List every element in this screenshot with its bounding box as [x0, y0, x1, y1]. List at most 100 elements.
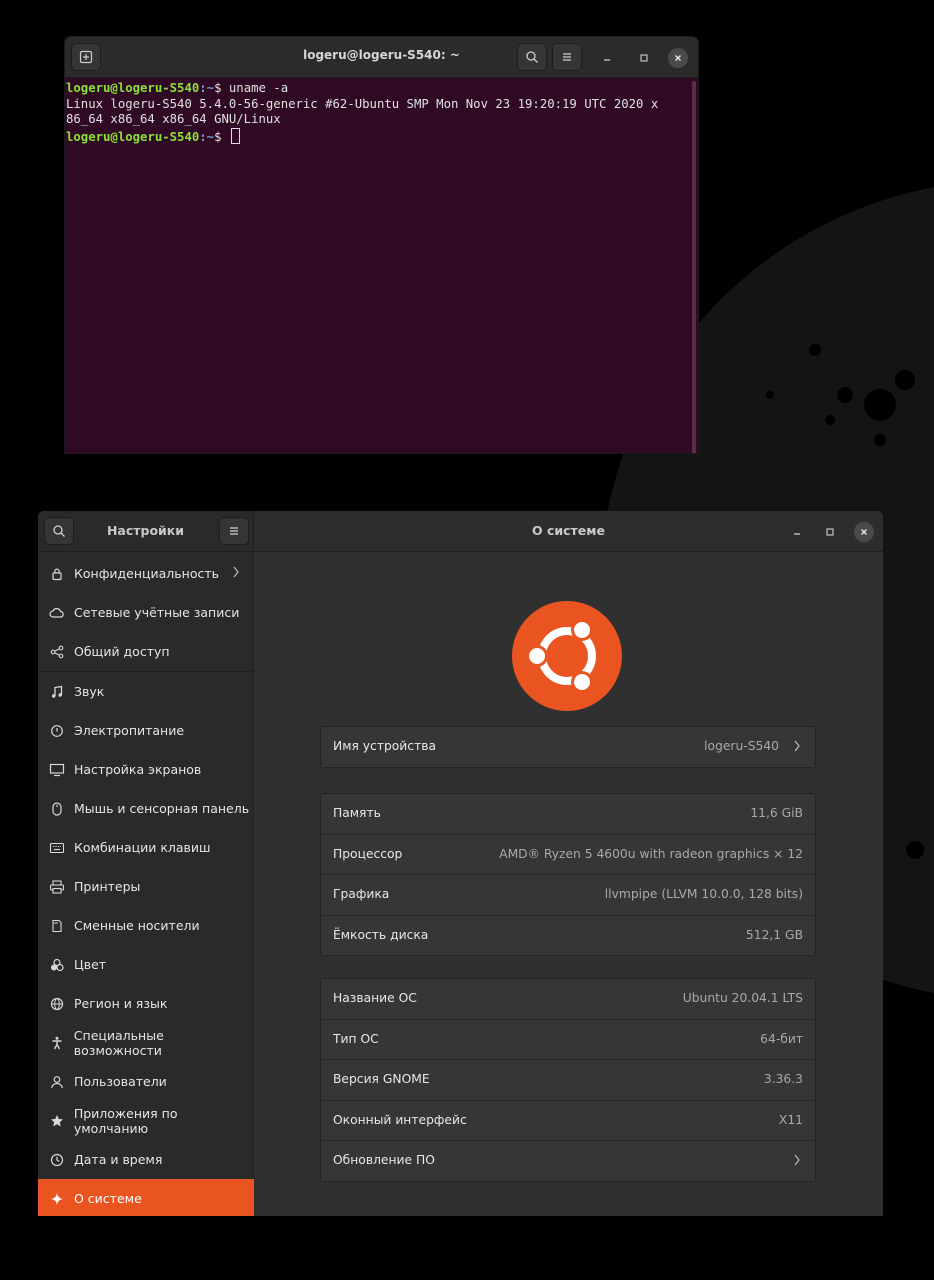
terminal-command: uname -a [228, 81, 289, 95]
sidebar-item-label: Цвет [74, 957, 107, 972]
users-icon [47, 1072, 67, 1092]
prompt-user: logeru@logeru-S540 [66, 81, 200, 95]
os-info-group: Название ОС Ubuntu 20.04.1 LTS Тип ОС 64… [320, 978, 816, 1182]
row-value: Ubuntu 20.04.1 LTS [682, 991, 803, 1005]
text-cursor [230, 127, 240, 144]
sidebar-item-label: Настройка экранов [74, 762, 202, 777]
sidebar-item-label: Сменные носители [74, 918, 200, 933]
sidebar-header: Настройки [38, 511, 253, 552]
terminal-output[interactable]: logeru@logeru-S540:~$ uname -a Linux log… [65, 78, 698, 145]
terminal-menu-button[interactable] [552, 43, 582, 71]
lock-icon [47, 564, 67, 584]
settings-minimize-button[interactable] [787, 522, 807, 542]
sidebar-item-sound[interactable]: Звук [38, 672, 254, 711]
sidebar-item-about[interactable]: О системе [38, 1179, 254, 1216]
sidebar-item-label: Специальные возможности [73, 1027, 164, 1058]
terminal-scrollbar[interactable] [692, 81, 696, 453]
settings-window[interactable]: Настройки Конфиденциальность Сетевые учё… [38, 511, 883, 1216]
row-label: Ёмкость диска [333, 927, 429, 942]
row-value: 11,6 GiB [750, 806, 803, 820]
row-label: Версия GNOME [333, 1072, 430, 1086]
globe-icon [47, 994, 67, 1014]
output-line: Linux logeru-S540 5.4.0-56-generic #62-U… [66, 96, 659, 111]
hamburger-menu-icon [563, 53, 571, 61]
main-header: О системе [254, 511, 883, 552]
terminal-window[interactable]: logeru@logeru-S540: ~ logeru@logeru-S540… [65, 37, 698, 453]
windowing-system-row: Оконный интерфейс X11 [321, 1101, 815, 1141]
sidebar-item-region-language[interactable]: Регион и язык [38, 984, 254, 1023]
row-value: 64-бит [760, 1031, 803, 1046]
display-icon [47, 760, 67, 780]
sidebar-item-sharing[interactable]: Общий доступ [38, 632, 254, 671]
sidebar-item-default-apps[interactable]: Приложения по умолчанию [38, 1101, 254, 1140]
sidebar-item-label: Комбинации клавиш [74, 840, 211, 855]
power-icon [47, 721, 67, 741]
sidebar-item-power[interactable]: Электропитание [38, 711, 254, 750]
row-value: X11 [778, 1112, 803, 1127]
terminal-close-button[interactable] [668, 48, 688, 68]
row-label: Процессор [333, 846, 403, 861]
terminal-maximize-button[interactable] [634, 48, 654, 68]
row-value: AMD® Ryzen 5 4600u with radeon graphics … [499, 846, 803, 861]
prompt-path: :~ [199, 81, 215, 95]
minimize-icon [794, 533, 800, 535]
sidebar-item-privacy[interactable]: Конфиденциальность [38, 554, 254, 593]
terminal-minimize-button[interactable] [597, 48, 617, 68]
memory-row: Память 11,6 GiB [321, 794, 815, 835]
device-name-row[interactable]: Имя устройства logeru-S540 [321, 727, 815, 767]
sidebar-item-label: Приложения по умолчанию [73, 1105, 178, 1136]
row-value: 3.36.3 [763, 1072, 803, 1086]
os-type-row: Тип ОС 64-бит [321, 1020, 815, 1060]
row-label: Память [333, 806, 381, 820]
mouse-icon [47, 799, 67, 819]
sidebar-item-users[interactable]: Пользователи [38, 1062, 254, 1101]
settings-maximize-button[interactable] [820, 522, 840, 542]
sidebar-item-accessibility[interactable]: Специальные возможности [38, 1023, 254, 1062]
row-label: Название ОС [333, 991, 417, 1005]
processor-row: Процессор AMD® Ryzen 5 4600u with radeon… [321, 835, 815, 875]
graphics-row: Графика llvmpipe (LLVM 10.0.0, 128 bits) [321, 875, 815, 916]
disk-capacity-row: Ёмкость диска 512,1 GB [321, 916, 815, 956]
sidebar-item-label: Мышь и сенсорная панель [74, 801, 250, 816]
minimize-icon [604, 59, 610, 61]
sidebar-item-printers[interactable]: Принтеры [38, 867, 254, 906]
gnome-version-row: Версия GNOME 3.36.3 [321, 1060, 815, 1101]
row-value: llvmpipe (LLVM 10.0.0, 128 bits) [604, 887, 803, 901]
maximize-icon [826, 528, 834, 536]
settings-close-button[interactable] [854, 522, 874, 542]
maximize-icon [640, 54, 648, 62]
sidebar-item-displays[interactable]: Настройка экранов [38, 750, 254, 789]
software-updates-row[interactable]: Обновление ПО [321, 1141, 815, 1181]
terminal-search-button[interactable] [517, 43, 547, 71]
close-icon [861, 529, 867, 535]
settings-menu-button[interactable] [219, 517, 249, 545]
sidebar-item-removable-media[interactable]: Сменные носители [38, 906, 254, 945]
prompt-path: :~ [199, 129, 215, 144]
prompt-user: logeru@logeru-S540 [66, 129, 200, 144]
star-icon [47, 1111, 67, 1131]
terminal-header-bar: logeru@logeru-S540: ~ [65, 37, 698, 78]
row-label: Обновление ПО [333, 1153, 435, 1167]
sidebar-item-label: Пользователи [74, 1074, 167, 1089]
sidebar-item-label: Регион и язык [74, 996, 168, 1011]
prompt-symbol: $ [214, 81, 229, 95]
about-panel: Имя устройства logeru-S540 Память 11,6 G… [254, 552, 883, 1216]
sidebar-item-date-time[interactable]: Дата и время [38, 1140, 254, 1179]
sidebar-item-label: Конфиденциальность [74, 566, 220, 581]
sidebar-item-label: Принтеры [74, 879, 141, 894]
output-line: 86_64 x86_64 x86_64 GNU/Linux [66, 112, 281, 126]
ubuntu-logo [512, 601, 622, 711]
share-icon [47, 642, 67, 662]
sidebar-item-color[interactable]: Цвет [38, 945, 254, 984]
sidebar-item-keyboard-shortcuts[interactable]: Комбинации клавиш [38, 828, 254, 867]
row-value: logeru-S540 [704, 739, 779, 753]
accessibility-icon [47, 1033, 67, 1053]
sidebar-item-mouse-touchpad[interactable]: Мышь и сенсорная панель [38, 789, 254, 828]
os-name-row: Название ОС Ubuntu 20.04.1 LTS [321, 979, 815, 1020]
sidebar-item-online-accounts[interactable]: Сетевые учётные записи [38, 593, 254, 632]
chevron-right-icon [232, 565, 240, 582]
device-name-group: Имя устройства logeru-S540 [320, 726, 816, 768]
sidebar-item-label: Электропитание [74, 723, 185, 738]
hardware-info-group: Память 11,6 GiB Процессор AMD® Ryzen 5 4… [320, 793, 816, 956]
clock-icon [47, 1150, 67, 1170]
